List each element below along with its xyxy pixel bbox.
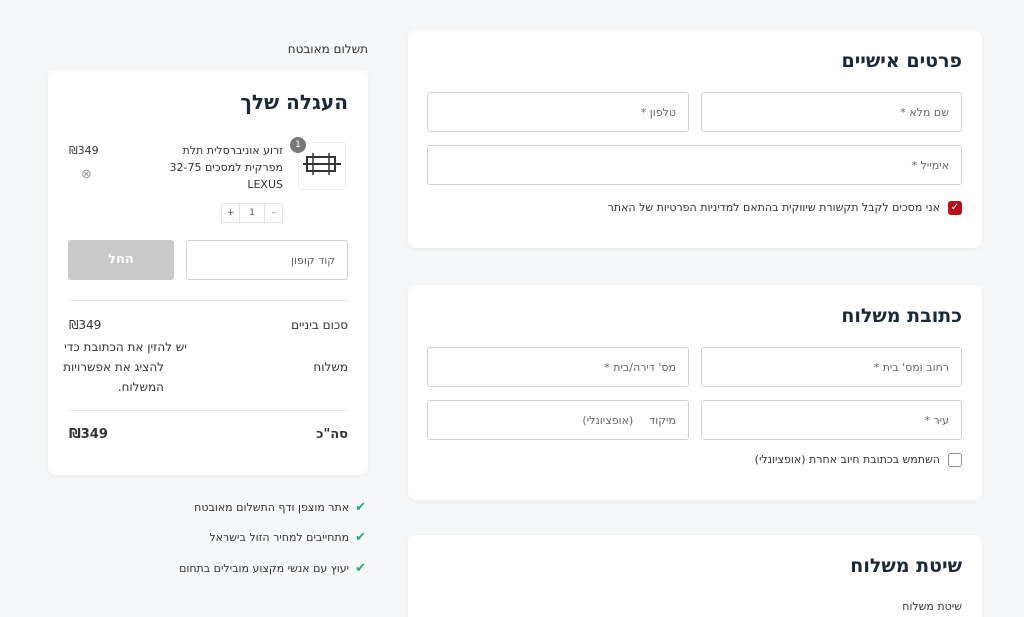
marketing-consent-label: אני מסכים לקבל תקשורת שיווקית בהתאם למדי… — [607, 201, 940, 214]
personal-details-title: פרטים אישיים — [841, 50, 962, 72]
tv-mount-icon — [303, 153, 341, 175]
trust-item-1: ✔ אתר מוצפן ודף התשלום מאובטח — [194, 500, 366, 515]
apartment-placeholder: מס' דירה/בית * — [604, 360, 676, 374]
apartment-field[interactable]: מס' דירה/בית * — [427, 347, 689, 387]
street-field[interactable]: רחוב ומס' בית * — [701, 347, 962, 387]
zip-optional: (אופציונלי) — [582, 413, 634, 427]
trust-item-label: יעוץ עם אנשי מקצוע מובילים בתחום — [179, 562, 350, 575]
apply-coupon-button[interactable]: החל — [68, 240, 174, 280]
check-icon: ✔ — [355, 530, 366, 545]
trust-item-label: אתר מוצפן ודף התשלום מאובטח — [194, 501, 350, 514]
product-name-line-2: מפרקית למסכים 32-75 — [169, 161, 283, 174]
secure-payment-label: תשלום מאובטח — [287, 42, 368, 56]
billing-address-checkbox[interactable] — [948, 453, 962, 467]
zip-label: מיקוד — [649, 413, 676, 427]
product-name-line-1: זרוע אוניברסלית תלת — [182, 144, 283, 157]
shipping-note-line-2: להציג את אפשרויות — [63, 360, 164, 374]
marketing-consent-checkbox[interactable]: ✓ — [948, 201, 962, 215]
coupon-field[interactable]: קוד קופון — [186, 240, 348, 280]
email-placeholder: אימייל * — [911, 158, 949, 172]
shipping-method-card: שיטת משלוח שיטת משלוח — [408, 535, 982, 617]
phone-placeholder: טלפון * — [640, 105, 676, 119]
product-name-line-3: LEXUS — [247, 178, 283, 191]
cart-divider-2 — [68, 410, 348, 411]
subtotal-value: ₪349 — [69, 318, 102, 332]
cart-card: העגלה שלך 1 זרוע אוניברסלית תלת מפרקית ל… — [48, 70, 368, 475]
shipping-method-title: שיטת משלוח — [850, 555, 962, 577]
quantity-badge: 1 — [290, 137, 306, 153]
full-name-placeholder: שם מלא * — [900, 105, 949, 119]
remove-item-icon[interactable]: ⊗ — [81, 167, 92, 182]
zip-field[interactable]: מיקוד (אופציונלי) — [427, 400, 689, 440]
phone-field[interactable]: טלפון * — [427, 92, 689, 132]
increase-quantity-button[interactable]: + — [222, 204, 240, 222]
city-field[interactable]: עיר * — [701, 400, 962, 440]
shipping-method-label: שיטת משלוח — [902, 600, 962, 613]
trust-item-2: ✔ מתחייבים למחיר הזול בישראל — [209, 530, 366, 545]
check-icon: ✔ — [355, 500, 366, 515]
shipping-note-line-3: המשלוח. — [117, 380, 164, 394]
quantity-value[interactable]: 1 — [240, 204, 264, 222]
product-price: ₪349 — [69, 144, 99, 157]
personal-details-card: פרטים אישיים שם מלא * טלפון * אימייל * ✓… — [408, 30, 982, 248]
trust-item-label: מתחייבים למחיר הזול בישראל — [209, 531, 350, 544]
email-field[interactable]: אימייל * — [427, 145, 962, 185]
shipping-label: משלוח — [313, 360, 348, 374]
product-image — [298, 142, 346, 190]
billing-address-label: השתמש בכתובת חיוב אחרת (אופציונלי) — [754, 453, 940, 466]
check-icon: ✔ — [355, 561, 366, 576]
decrease-quantity-button[interactable]: - — [264, 204, 282, 222]
total-label: סה"כ — [316, 427, 348, 442]
cart-divider-1 — [68, 300, 348, 301]
street-placeholder: רחוב ומס' בית * — [873, 360, 949, 374]
subtotal-label: סכום ביניים — [291, 318, 348, 332]
city-placeholder: עיר * — [924, 413, 949, 427]
trust-item-3: ✔ יעוץ עם אנשי מקצוע מובילים בתחום — [179, 561, 366, 576]
shipping-address-card: כתובת משלוח רחוב ומס' בית * מס' דירה/בית… — [408, 285, 982, 500]
shipping-note-line-1: יש להזין את הכתובת כדי — [64, 340, 187, 354]
full-name-field[interactable]: שם מלא * — [701, 92, 962, 132]
shipping-address-title: כתובת משלוח — [841, 305, 962, 327]
cart-title: העגלה שלך — [240, 90, 348, 114]
coupon-placeholder: קוד קופון — [291, 253, 335, 267]
quantity-stepper[interactable]: + 1 - — [221, 203, 283, 223]
total-value: ₪349 — [69, 427, 108, 442]
